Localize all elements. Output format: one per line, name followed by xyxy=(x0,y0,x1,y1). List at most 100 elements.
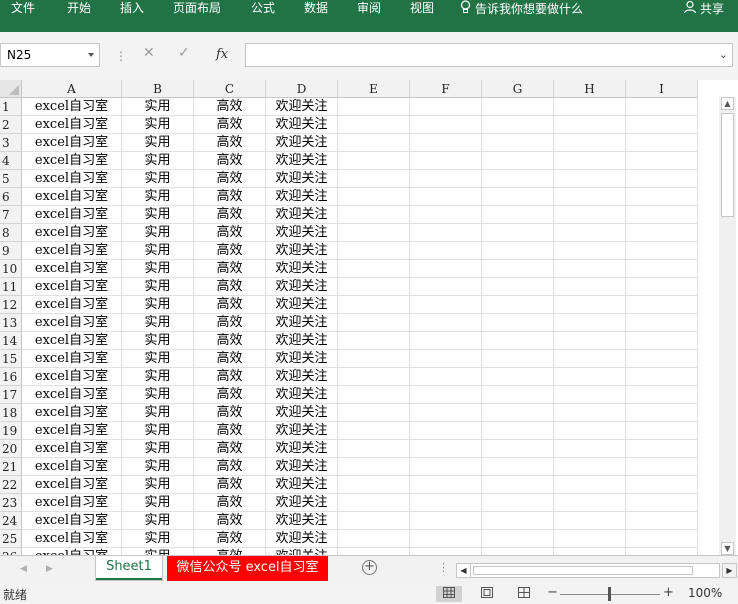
row-header[interactable]: 18 xyxy=(0,404,22,422)
chevron-down-icon[interactable] xyxy=(88,53,94,57)
cell-f22[interactable] xyxy=(410,476,482,494)
cell-h12[interactable] xyxy=(554,296,626,314)
cell-i14[interactable] xyxy=(626,332,698,350)
cell-i25[interactable] xyxy=(626,530,698,548)
row-header[interactable]: 22 xyxy=(0,476,22,494)
enter-check-icon[interactable]: ✓ xyxy=(178,45,190,61)
cell-c17[interactable]: 高效 xyxy=(194,386,266,404)
cell-b25[interactable]: 实用 xyxy=(122,530,194,548)
cell-e4[interactable] xyxy=(338,152,410,170)
cell-g11[interactable] xyxy=(482,278,554,296)
cell-c7[interactable]: 高效 xyxy=(194,206,266,224)
cell-g14[interactable] xyxy=(482,332,554,350)
cell-i9[interactable] xyxy=(626,242,698,260)
cell-f7[interactable] xyxy=(410,206,482,224)
cell-b9[interactable]: 实用 xyxy=(122,242,194,260)
cell-c25[interactable]: 高效 xyxy=(194,530,266,548)
cell-a10[interactable]: excel自习室 xyxy=(22,260,122,278)
cell-b22[interactable]: 实用 xyxy=(122,476,194,494)
cell-e3[interactable] xyxy=(338,134,410,152)
cell-i10[interactable] xyxy=(626,260,698,278)
cell-g21[interactable] xyxy=(482,458,554,476)
row-header[interactable]: 9 xyxy=(0,242,22,260)
column-header-g[interactable]: G xyxy=(482,80,554,98)
cell-g19[interactable] xyxy=(482,422,554,440)
cell-d13[interactable]: 欢迎关注 xyxy=(266,314,338,332)
cell-h2[interactable] xyxy=(554,116,626,134)
cell-i16[interactable] xyxy=(626,368,698,386)
cell-b10[interactable]: 实用 xyxy=(122,260,194,278)
cell-f8[interactable] xyxy=(410,224,482,242)
cell-f2[interactable] xyxy=(410,116,482,134)
cell-h13[interactable] xyxy=(554,314,626,332)
cell-c22[interactable]: 高效 xyxy=(194,476,266,494)
cell-f16[interactable] xyxy=(410,368,482,386)
cell-a6[interactable]: excel自习室 xyxy=(22,188,122,206)
cell-a24[interactable]: excel自习室 xyxy=(22,512,122,530)
cell-c14[interactable]: 高效 xyxy=(194,332,266,350)
row-header[interactable]: 15 xyxy=(0,350,22,368)
cell-a12[interactable]: excel自习室 xyxy=(22,296,122,314)
horizontal-scrollbar[interactable]: ◀ ▶ xyxy=(456,563,737,578)
tell-me-search[interactable]: 告诉我你想要做什么 xyxy=(460,0,583,18)
spreadsheet-grid[interactable]: A B C D E F G H I 1 excel自习室 实用 高效 欢迎关注 2 excel自习室 实用 高效欢… xyxy=(0,80,719,555)
cell-f15[interactable] xyxy=(410,350,482,368)
column-header-c[interactable]: C xyxy=(194,80,266,98)
tab-file[interactable]: 文件 xyxy=(11,0,35,16)
tab-review[interactable]: 审阅 xyxy=(357,0,381,16)
cell-i8[interactable] xyxy=(626,224,698,242)
cell-b4[interactable]: 实用 xyxy=(122,152,194,170)
cell-g9[interactable] xyxy=(482,242,554,260)
cell-g22[interactable] xyxy=(482,476,554,494)
cell-g26[interactable] xyxy=(482,548,554,555)
row-header[interactable]: 4 xyxy=(0,152,22,170)
cell-c26[interactable]: 高效 xyxy=(194,548,266,555)
cell-e13[interactable] xyxy=(338,314,410,332)
zoom-slider-knob[interactable] xyxy=(608,587,611,601)
cell-e6[interactable] xyxy=(338,188,410,206)
cell-e8[interactable] xyxy=(338,224,410,242)
cell-f11[interactable] xyxy=(410,278,482,296)
cell-h24[interactable] xyxy=(554,512,626,530)
cell-b18[interactable]: 实用 xyxy=(122,404,194,422)
cell-f17[interactable] xyxy=(410,386,482,404)
cell-a26[interactable]: excel自习室 xyxy=(22,548,122,555)
cell-f3[interactable] xyxy=(410,134,482,152)
scroll-up-icon[interactable]: ▲ xyxy=(721,97,734,110)
cell-h16[interactable] xyxy=(554,368,626,386)
cell-e18[interactable] xyxy=(338,404,410,422)
cell-a17[interactable]: excel自习室 xyxy=(22,386,122,404)
cell-g12[interactable] xyxy=(482,296,554,314)
cell-a7[interactable]: excel自习室 xyxy=(22,206,122,224)
column-header-i[interactable]: I xyxy=(626,80,698,98)
cell-g23[interactable] xyxy=(482,494,554,512)
page-layout-view-icon[interactable] xyxy=(474,586,500,602)
row-header[interactable]: 21 xyxy=(0,458,22,476)
cell-c6[interactable]: 高效 xyxy=(194,188,266,206)
cell-i18[interactable] xyxy=(626,404,698,422)
cell-f9[interactable] xyxy=(410,242,482,260)
cell-b12[interactable]: 实用 xyxy=(122,296,194,314)
cell-f18[interactable] xyxy=(410,404,482,422)
cancel-icon[interactable]: ✕ xyxy=(143,45,155,61)
cell-d8[interactable]: 欢迎关注 xyxy=(266,224,338,242)
cell-b17[interactable]: 实用 xyxy=(122,386,194,404)
cell-d18[interactable]: 欢迎关注 xyxy=(266,404,338,422)
cell-a20[interactable]: excel自习室 xyxy=(22,440,122,458)
cell-c9[interactable]: 高效 xyxy=(194,242,266,260)
cell-a3[interactable]: excel自习室 xyxy=(22,134,122,152)
column-header-b[interactable]: B xyxy=(122,80,194,98)
cell-c5[interactable]: 高效 xyxy=(194,170,266,188)
cell-h8[interactable] xyxy=(554,224,626,242)
cell-h3[interactable] xyxy=(554,134,626,152)
cell-f5[interactable] xyxy=(410,170,482,188)
select-all-corner[interactable] xyxy=(0,80,22,98)
cell-g18[interactable] xyxy=(482,404,554,422)
cell-a1[interactable]: excel自习室 xyxy=(22,98,122,116)
cell-c15[interactable]: 高效 xyxy=(194,350,266,368)
cell-d23[interactable]: 欢迎关注 xyxy=(266,494,338,512)
cell-h6[interactable] xyxy=(554,188,626,206)
cell-a14[interactable]: excel自习室 xyxy=(22,332,122,350)
cell-f6[interactable] xyxy=(410,188,482,206)
cell-e11[interactable] xyxy=(338,278,410,296)
